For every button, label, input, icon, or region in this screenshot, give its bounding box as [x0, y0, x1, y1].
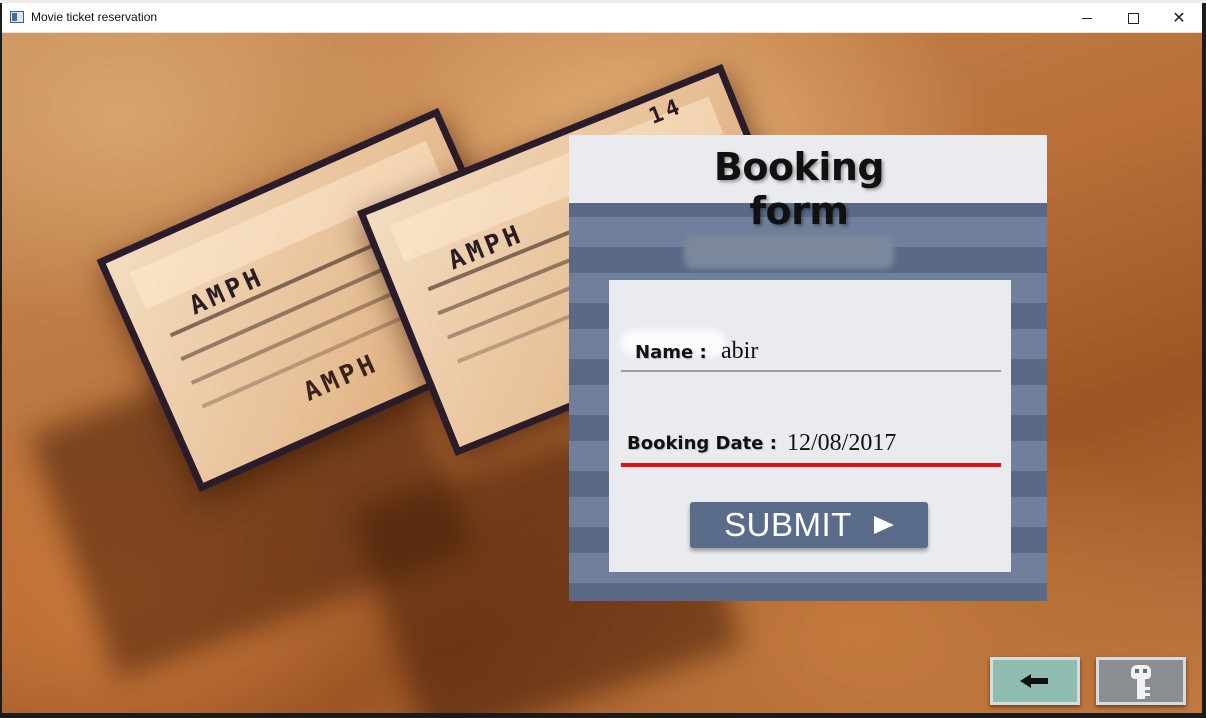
app-icon — [10, 11, 24, 23]
key-button[interactable] — [1096, 657, 1186, 705]
close-button[interactable]: ✕ — [1156, 3, 1202, 33]
window-title: Movie ticket reservation — [31, 10, 158, 24]
name-field[interactable]: abir — [721, 338, 758, 365]
maximize-button[interactable] — [1110, 3, 1156, 33]
maximize-icon — [1127, 12, 1139, 24]
name-label: Name : — [635, 342, 707, 363]
booking-form-title: Booking form — [713, 145, 885, 233]
blurred-header-bar — [684, 235, 894, 269]
booking-form: Name : abir Booking Date : 12/08/2017 SU… — [609, 280, 1011, 572]
name-underline — [621, 370, 1001, 372]
close-icon: ✕ — [1172, 8, 1186, 27]
back-button[interactable] — [990, 657, 1080, 705]
booking-date-field[interactable]: 12/08/2017 — [787, 430, 896, 457]
minimize-button[interactable] — [1064, 3, 1110, 33]
title-bar: Movie ticket reservation ✕ — [2, 3, 1202, 33]
booking-date-label: Booking Date : — [627, 433, 777, 454]
booking-panel: Booking form Name : abir Booking Date : … — [569, 135, 1047, 601]
minimize-icon — [1082, 17, 1092, 19]
panel-header: Booking form — [569, 135, 1047, 233]
booking-date-underline — [621, 463, 1001, 467]
key-icon — [1127, 661, 1155, 701]
arrow-right-icon — [873, 516, 894, 534]
app-window: Movie ticket reservation ✕ AMPH AMPH 14 … — [2, 3, 1202, 713]
submit-button[interactable]: SUBMIT — [690, 502, 928, 548]
submit-label: SUBMIT — [724, 506, 852, 543]
back-arrow-icon — [1020, 674, 1050, 688]
